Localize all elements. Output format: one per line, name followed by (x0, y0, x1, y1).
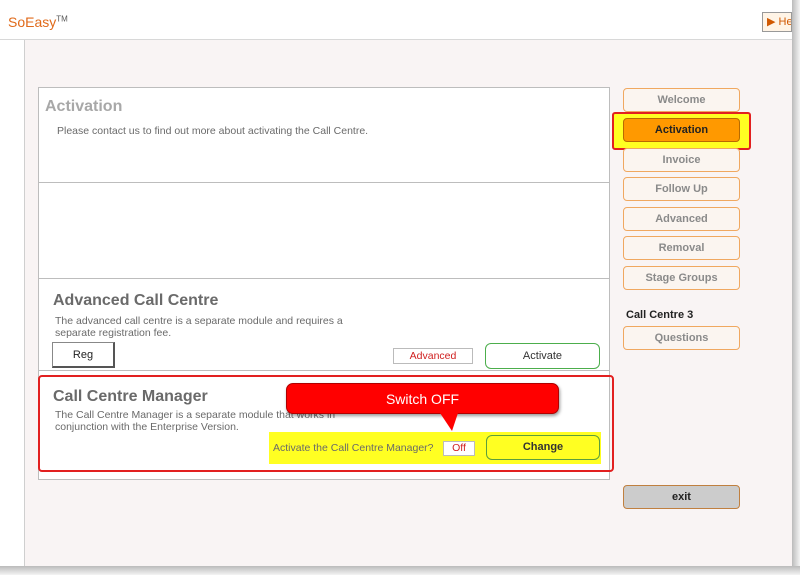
window-shadow (792, 0, 800, 575)
activation-title: Activation (45, 98, 123, 115)
change-button[interactable]: Change (486, 435, 600, 460)
manager-question: Activate the Call Centre Manager? (273, 442, 434, 454)
exit-button[interactable]: exit (623, 485, 740, 509)
window-shadow (0, 566, 800, 575)
nav-invoice-button[interactable]: Invoice (623, 148, 740, 172)
activation-text: Please contact us to find out more about… (57, 125, 369, 137)
advanced-text: The advanced call centre is a separate m… (55, 315, 343, 339)
manager-status-field: Off (443, 441, 475, 456)
activate-button[interactable]: Activate (485, 343, 600, 369)
nav-questions-button[interactable]: Questions (623, 326, 740, 350)
callout-pointer (440, 413, 458, 431)
advanced-call-centre-panel: Advanced Call Centre The advanced call c… (38, 278, 610, 371)
nav-follow-up-button[interactable]: Follow Up (623, 177, 740, 201)
activation-panel: Activation Please contact us to find out… (38, 87, 610, 183)
blank-panel (38, 182, 610, 279)
help-button[interactable]: ▶ He (762, 12, 792, 32)
title-bar: SoEasyTM ▶ He (0, 0, 792, 40)
manager-title: Call Centre Manager (53, 388, 208, 405)
nav-stage-groups-button[interactable]: Stage Groups (623, 266, 740, 290)
nav-section-title: Call Centre 3 (626, 309, 694, 321)
reg-button[interactable]: Reg (52, 342, 115, 368)
nav-advanced-button[interactable]: Advanced (623, 207, 740, 231)
switch-off-callout: Switch OFF (286, 383, 559, 414)
nav-removal-button[interactable]: Removal (623, 236, 740, 260)
nav-welcome-button[interactable]: Welcome (623, 88, 740, 112)
advanced-status-field: Advanced (393, 348, 473, 364)
app-logo: SoEasyTM (8, 14, 68, 30)
app-window: SoEasyTM ▶ He Activation Please contact … (0, 0, 800, 575)
advanced-title: Advanced Call Centre (53, 292, 219, 309)
nav-activation-button[interactable]: Activation (623, 118, 740, 142)
